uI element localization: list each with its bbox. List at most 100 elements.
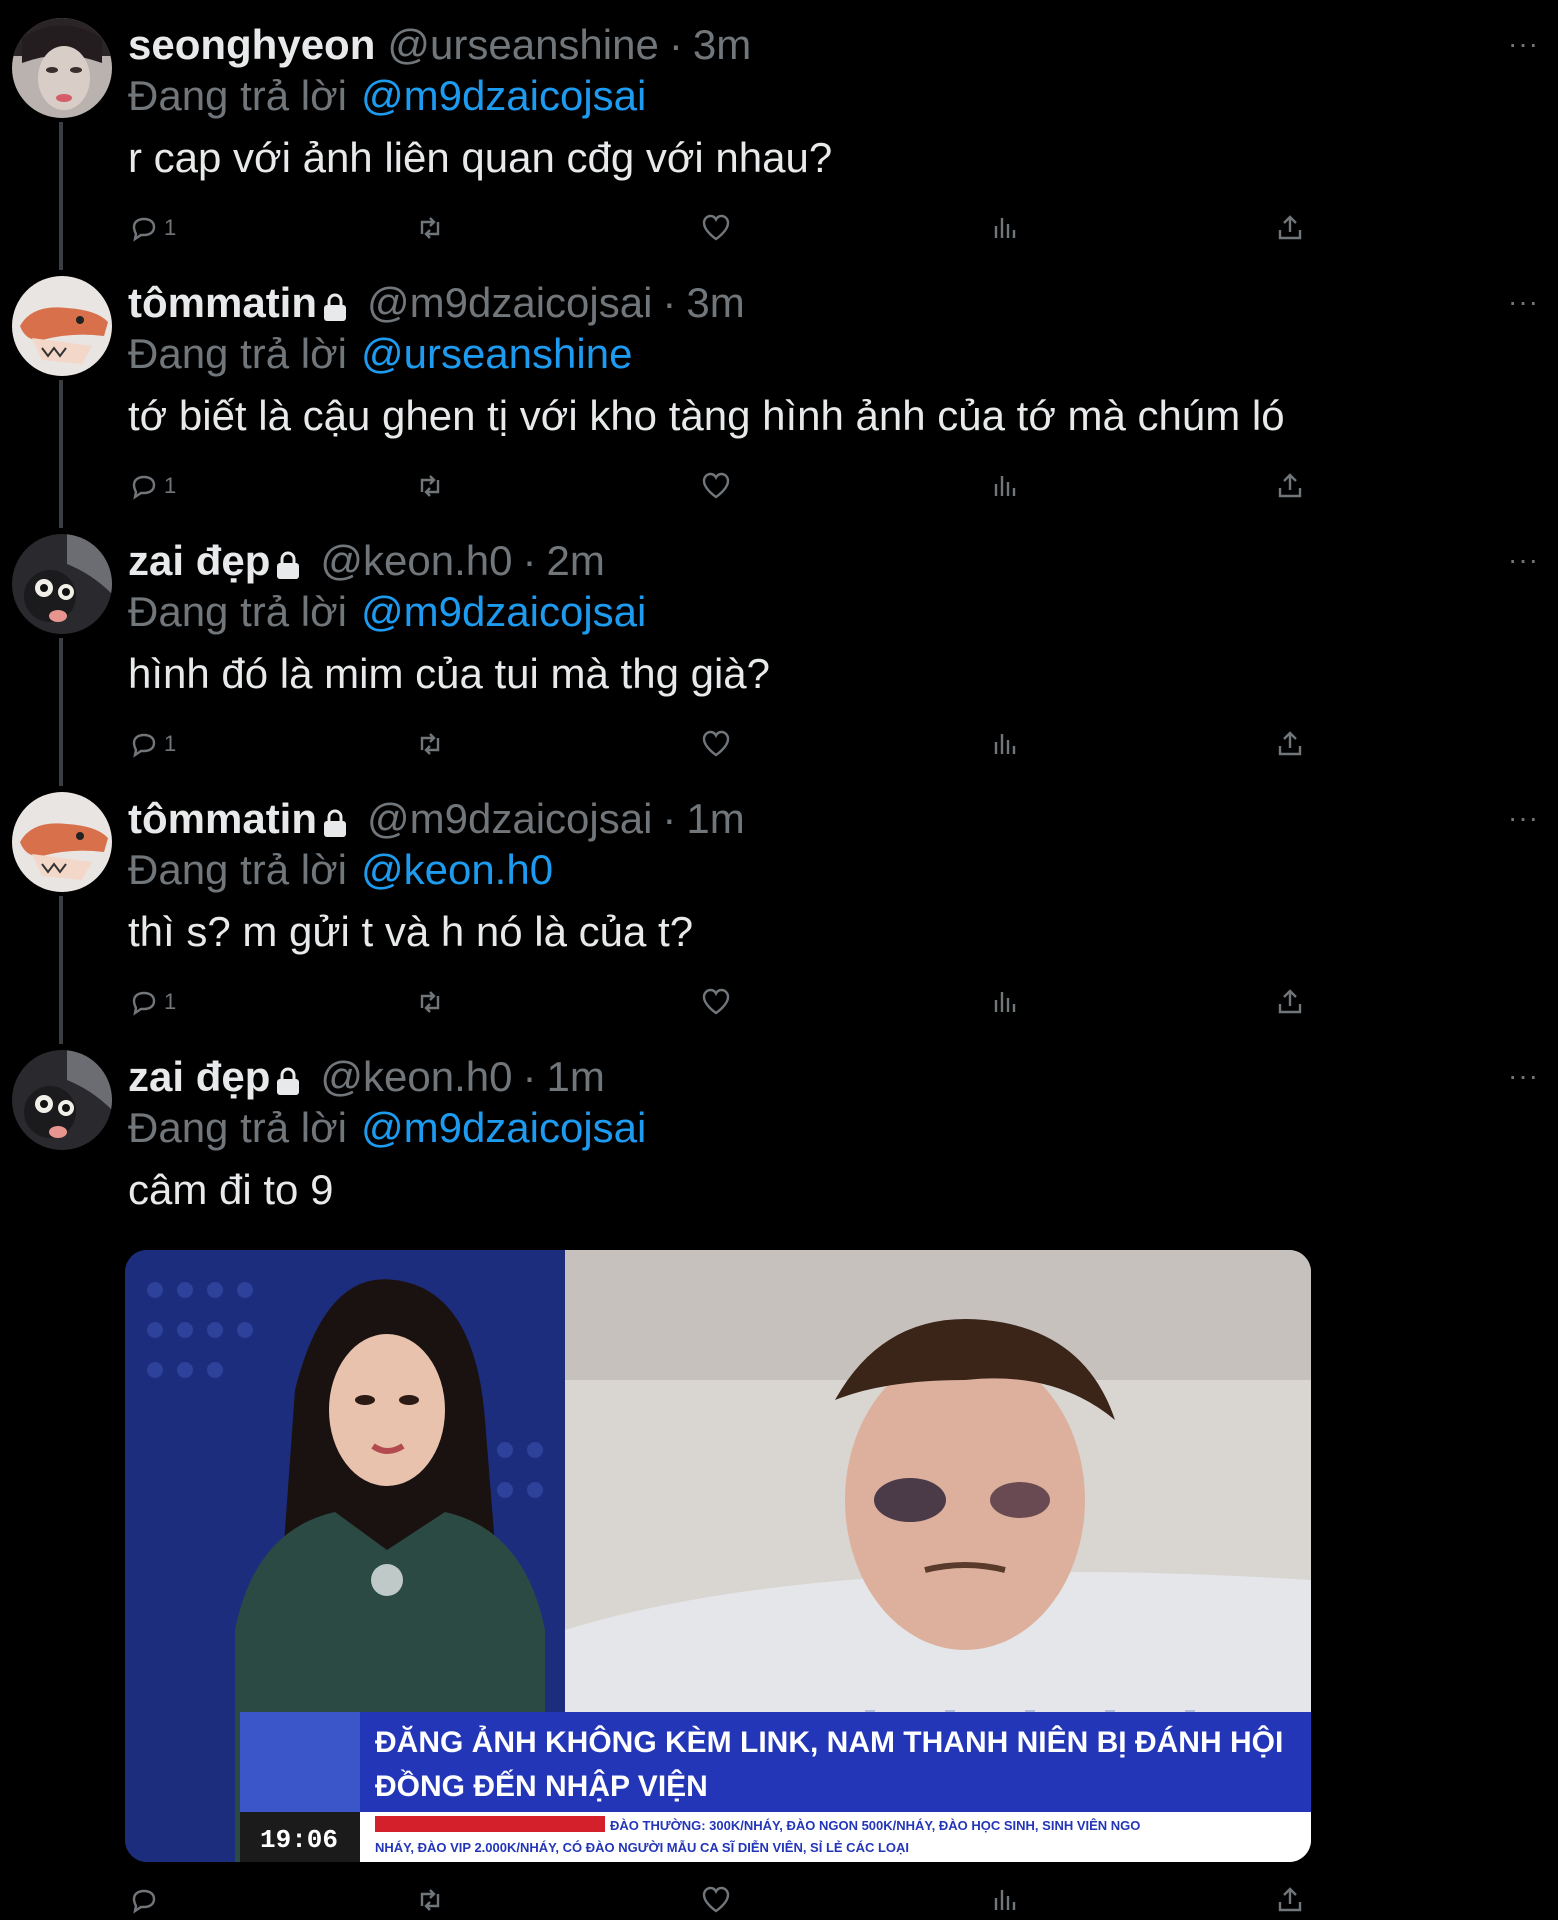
retweet-button[interactable] xyxy=(414,724,446,764)
views-button[interactable] xyxy=(988,724,1020,764)
reply-button[interactable] xyxy=(128,1880,164,1920)
more-options-icon[interactable]: ··· xyxy=(1508,286,1539,318)
tweet-header: zai đẹp @keon.h0 · 1m xyxy=(128,1050,605,1104)
heart-icon xyxy=(702,472,730,499)
reply-button[interactable]: 1 xyxy=(128,208,176,248)
heart-icon xyxy=(702,214,730,241)
tweet[interactable]: zai đẹp @keon.h0 · 2m Đang trả lời @m9dza… xyxy=(0,516,1558,774)
views-icon xyxy=(994,992,1016,1012)
retweet-button[interactable] xyxy=(414,1880,446,1920)
avatar[interactable] xyxy=(12,792,112,892)
heart-icon xyxy=(702,1886,730,1913)
share-button[interactable] xyxy=(1274,724,1306,764)
display-name[interactable]: seonghyeon xyxy=(128,21,375,69)
retweet-icon xyxy=(420,733,440,755)
user-handle[interactable]: @keon.h0 xyxy=(320,1053,512,1101)
lock-icon xyxy=(324,809,346,837)
reply-mention[interactable]: @m9dzaicojsai xyxy=(361,1104,646,1151)
lock-icon xyxy=(277,1067,300,1095)
reply-label: Đang trả lời xyxy=(128,846,347,893)
timestamp[interactable]: 3m xyxy=(693,21,751,69)
reply-mention[interactable]: @keon.h0 xyxy=(361,846,553,893)
tweet-header: tômmatin @m9dzaicojsai · 3m xyxy=(128,276,745,330)
views-icon xyxy=(994,476,1016,496)
views-button[interactable] xyxy=(988,982,1020,1022)
views-button[interactable] xyxy=(988,466,1020,506)
retweet-button[interactable] xyxy=(414,982,446,1022)
avatar[interactable] xyxy=(12,534,112,634)
avatar[interactable] xyxy=(12,1050,112,1150)
attached-image[interactable]: ĐĂNG ẢNH KHÔNG KÈM LINK, NAM THANH NIÊN … xyxy=(125,1250,1311,1862)
tweet-text: thì s? m gửi t và h nó là của t? xyxy=(128,908,694,955)
separator: · xyxy=(668,21,683,68)
timestamp[interactable]: 3m xyxy=(686,279,744,327)
reply-context: Đang trả lời @m9dzaicojsai xyxy=(128,72,646,120)
reply-mention[interactable]: @urseanshine xyxy=(361,330,632,377)
reply-context: Đang trả lời @urseanshine xyxy=(128,330,632,378)
reply-context: Đang trả lời @keon.h0 xyxy=(128,846,553,894)
reply-context: Đang trả lời @m9dzaicojsai xyxy=(128,1104,646,1152)
reply-button[interactable]: 1 xyxy=(128,724,176,764)
user-handle[interactable]: @keon.h0 xyxy=(320,537,512,585)
retweet-icon xyxy=(420,991,440,1013)
retweet-icon xyxy=(420,1889,440,1911)
like-button[interactable] xyxy=(700,982,732,1022)
headline-line-1: ĐĂNG ẢNH KHÔNG KÈM LINK, NAM THANH NIÊN … xyxy=(375,1725,1283,1759)
separator: · xyxy=(662,795,677,842)
retweet-button[interactable] xyxy=(414,208,446,248)
reply-mention[interactable]: @m9dzaicojsai xyxy=(361,72,646,119)
share-button[interactable] xyxy=(1274,466,1306,506)
heart-icon xyxy=(702,988,730,1015)
retweet-button[interactable] xyxy=(414,466,446,506)
reply-icon xyxy=(132,1889,156,1914)
tweet-actions: 1 xyxy=(128,724,1328,764)
views-icon xyxy=(994,1890,1016,1910)
like-button[interactable] xyxy=(700,724,732,764)
views-button[interactable] xyxy=(988,1880,1020,1920)
timestamp[interactable]: 2m xyxy=(546,537,604,585)
share-button[interactable] xyxy=(1274,1880,1306,1920)
reply-label: Đang trả lời xyxy=(128,588,347,635)
like-button[interactable] xyxy=(700,1880,732,1920)
reply-button[interactable]: 1 xyxy=(128,466,176,506)
tweet[interactable]: seonghyeon @urseanshine · 3m Đang trả lờ… xyxy=(0,0,1558,258)
share-button[interactable] xyxy=(1274,982,1306,1022)
share-icon xyxy=(1278,1887,1302,1912)
like-button[interactable] xyxy=(700,466,732,506)
display-name[interactable]: tômmatin xyxy=(128,795,317,843)
views-icon xyxy=(994,218,1016,238)
reply-count: 1 xyxy=(164,989,177,1014)
reply-context: Đang trả lời @m9dzaicojsai xyxy=(128,588,646,636)
timestamp[interactable]: 1m xyxy=(546,1053,604,1101)
tweet[interactable]: tômmatin @m9dzaicojsai · 1m Đang trả lời… xyxy=(0,774,1558,1032)
display-name[interactable]: zai đẹp xyxy=(128,1053,270,1101)
user-handle[interactable]: @m9dzaicojsai xyxy=(367,279,652,327)
tweet-text: hình đó là mim của tui mà thg già? xyxy=(128,650,771,697)
user-handle[interactable]: @urseanshine xyxy=(387,21,658,69)
display-name[interactable]: zai đẹp xyxy=(128,537,270,585)
tweet[interactable]: tômmatin @m9dzaicojsai · 3m Đang trả lời… xyxy=(0,258,1558,516)
reply-mention[interactable]: @m9dzaicojsai xyxy=(361,588,646,635)
more-options-icon[interactable]: ··· xyxy=(1508,544,1539,576)
more-options-icon[interactable]: ··· xyxy=(1508,28,1539,60)
tweet-actions: 1 xyxy=(128,208,1328,248)
views-button[interactable] xyxy=(988,208,1020,248)
reply-button[interactable]: 1 xyxy=(128,982,176,1022)
lock-icon xyxy=(324,293,346,321)
avatar[interactable] xyxy=(12,276,112,376)
more-options-icon[interactable]: ··· xyxy=(1508,1060,1539,1092)
share-icon xyxy=(1278,215,1302,240)
share-button[interactable] xyxy=(1274,208,1306,248)
reply-count: 1 xyxy=(164,473,177,498)
tweet-header: seonghyeon @urseanshine · 3m xyxy=(128,18,751,72)
more-options-icon[interactable]: ··· xyxy=(1508,802,1539,834)
display-name[interactable]: tômmatin xyxy=(128,279,317,327)
user-handle[interactable]: @m9dzaicojsai xyxy=(367,795,652,843)
reply-count: 1 xyxy=(164,731,177,756)
reply-count: 1 xyxy=(164,215,177,240)
headline-line-2: ĐỒNG ĐẾN NHẬP VIỆN xyxy=(375,1769,708,1803)
like-button[interactable] xyxy=(700,208,732,248)
timestamp[interactable]: 1m xyxy=(686,795,744,843)
tweet-text: r cap với ảnh liên quan cđg với nhau? xyxy=(128,134,833,181)
avatar[interactable] xyxy=(12,18,112,118)
